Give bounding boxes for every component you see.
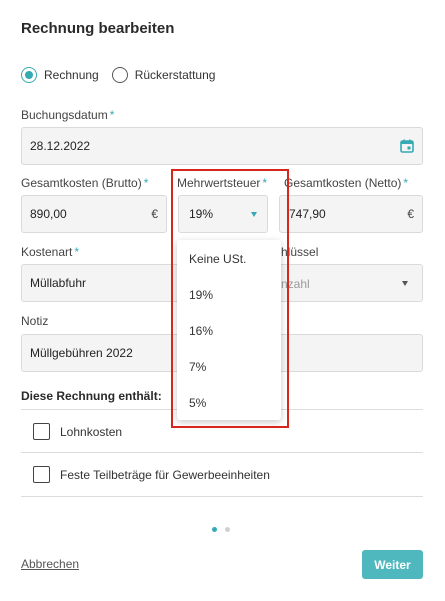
page-dot[interactable] [225,527,230,532]
gross-currency: € [151,207,158,221]
net-currency: € [407,207,414,221]
divider [21,496,423,497]
net-value: 747,90 [289,207,326,221]
teilbetraege-label[interactable]: Feste Teilbeträge für Gewerbeeinheiten [60,468,270,482]
gross-value: 890,00 [30,207,67,221]
checkbox-row-teilbetraege[interactable]: Feste Teilbeträge für Gewerbeeinheiten [33,466,270,483]
radio-rueckerstattung-label[interactable]: Rückerstattung [135,68,216,82]
gross-field[interactable]: 890,00 € [21,195,167,233]
lohnkosten-checkbox[interactable] [33,423,50,440]
divider [21,452,423,453]
teilbetraege-checkbox[interactable] [33,466,50,483]
invoice-type-radio-group: Rechnung Rückerstattung [21,67,215,83]
radio-rueckerstattung[interactable] [111,67,128,83]
cost-type-label: Kostenart * [21,245,80,259]
booking-date-label: Buchungsdatum * [21,108,115,122]
contains-title: Diese Rechnung enthält: [21,389,162,403]
key-caret-down-icon[interactable] [402,281,408,286]
required-mark: * [109,108,115,122]
note-label: Notiz [21,314,49,328]
cancel-link[interactable]: Abbrechen [21,557,79,571]
next-button[interactable]: Weiter [362,550,423,579]
booking-date-field[interactable]: 28.12.2022 [21,127,423,165]
dialog-title: Rechnung bearbeiten [21,20,175,37]
highlight-box [171,169,289,428]
checkbox-row-lohnkosten[interactable]: Lohnkosten [33,423,122,440]
net-label: Gesamtkosten (Netto) * [284,176,409,190]
calendar-icon[interactable] [400,139,414,153]
cost-type-value: Müllabfuhr [30,276,87,290]
page-dot-active[interactable] [212,527,217,532]
booking-date-value: 28.12.2022 [30,139,91,153]
note-value: Müllgebühren 2022 [30,346,133,360]
radio-rechnung-label[interactable]: Rechnung [44,68,99,82]
radio-rechnung[interactable] [21,67,37,83]
lohnkosten-label[interactable]: Lohnkosten [60,425,122,439]
gross-label: Gesamtkosten (Brutto) * [21,176,149,190]
net-field[interactable]: 747,90 € [279,195,423,233]
